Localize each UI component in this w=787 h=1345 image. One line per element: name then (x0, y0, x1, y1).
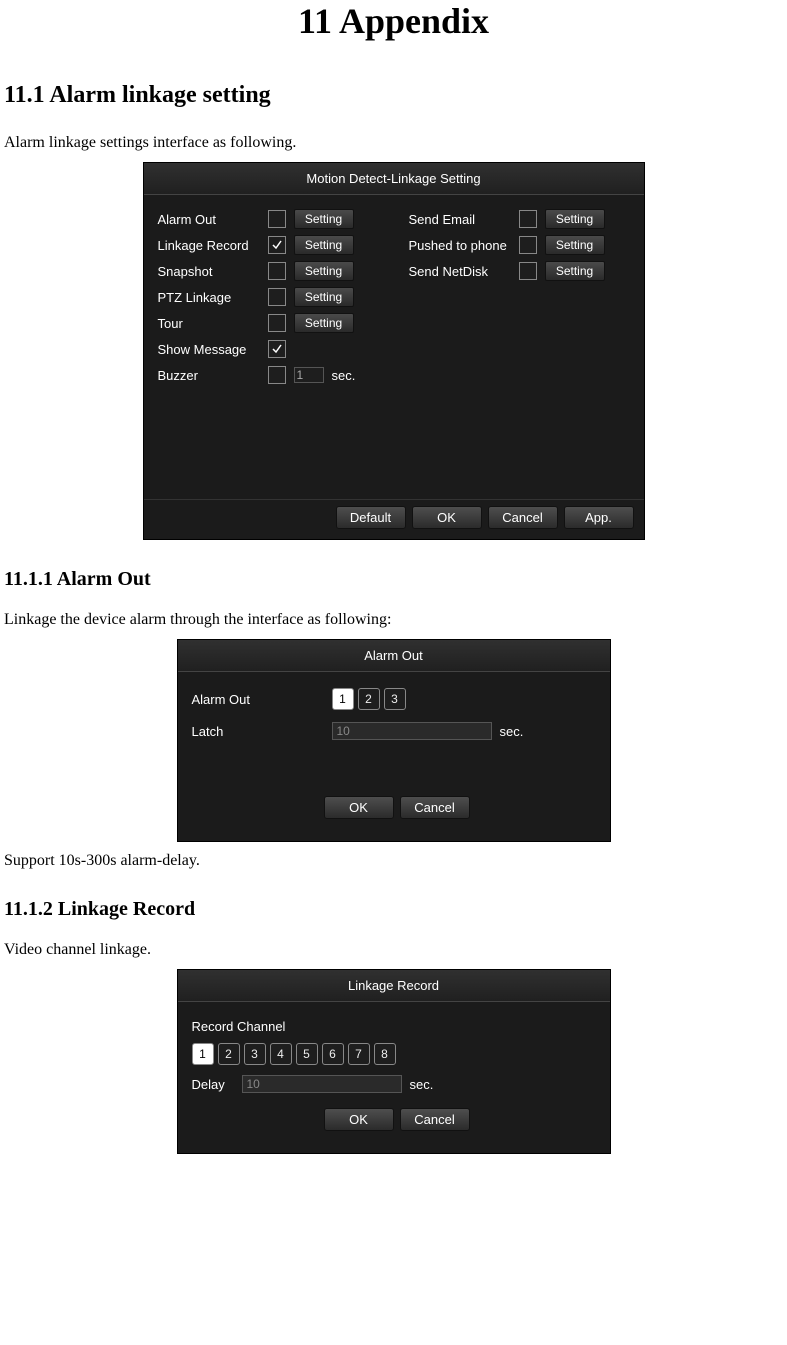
alarm-out-dialog: Alarm Out Alarm Out 1 2 3 Latch 10 sec. … (177, 639, 611, 842)
tour-checkbox[interactable] (268, 314, 286, 332)
send-email-checkbox[interactable] (519, 210, 537, 228)
dialog-title: Motion Detect-Linkage Setting (144, 163, 644, 195)
pushed-phone-setting-button[interactable]: Setting (545, 235, 605, 255)
ok-button[interactable]: OK (412, 506, 482, 529)
dialog-body: Alarm Out Setting Linkage Record Setting… (144, 195, 644, 499)
send-email-label: Send Email (409, 212, 519, 227)
dialog-title: Linkage Record (178, 970, 610, 1002)
channel-4-button[interactable]: 4 (270, 1043, 292, 1065)
dialog-title: Alarm Out (178, 640, 610, 672)
channel-1-button[interactable]: 1 (332, 688, 354, 710)
delay-unit: sec. (410, 1077, 434, 1092)
channel-5-button[interactable]: 5 (296, 1043, 318, 1065)
dialog-footer: Default OK Cancel App. (144, 499, 644, 539)
channel-selector: 1 2 3 (332, 688, 406, 710)
default-button[interactable]: Default (336, 506, 406, 529)
pushed-phone-label: Pushed to phone (409, 238, 519, 253)
show-message-checkbox[interactable] (268, 340, 286, 358)
ptz-linkage-checkbox[interactable] (268, 288, 286, 306)
ptz-linkage-label: PTZ Linkage (158, 290, 268, 305)
cancel-button[interactable]: Cancel (400, 796, 470, 819)
show-message-label: Show Message (158, 342, 268, 357)
app-button[interactable]: App. (564, 506, 634, 529)
linkage-record-label: Linkage Record (158, 238, 268, 253)
section-11-1-1-desc: Linkage the device alarm through the int… (4, 611, 787, 629)
check-icon (271, 239, 283, 251)
section-11-1-desc: Alarm linkage settings interface as foll… (4, 134, 787, 152)
latch-unit: sec. (500, 724, 524, 739)
channel-3-button[interactable]: 3 (384, 688, 406, 710)
send-netdisk-setting-button[interactable]: Setting (545, 261, 605, 281)
dialog-footer: OK Cancel (192, 1100, 596, 1143)
latch-input[interactable]: 10 (332, 722, 492, 740)
section-11-1-1-note: Support 10s-300s alarm-delay. (4, 852, 787, 870)
section-11-1-2-heading: 11.1.2 Linkage Record (4, 898, 787, 921)
channel-selector: 1 2 3 4 5 6 7 8 (192, 1043, 396, 1065)
send-netdisk-label: Send NetDisk (409, 264, 519, 279)
linkage-record-dialog: Linkage Record Record Channel 1 2 3 4 5 … (177, 969, 611, 1154)
delay-input[interactable]: 10 (242, 1075, 402, 1093)
linkage-record-checkbox[interactable] (268, 236, 286, 254)
buzzer-unit: sec. (332, 368, 356, 383)
record-channel-label: Record Channel (192, 1019, 286, 1034)
buzzer-checkbox[interactable] (268, 366, 286, 384)
send-email-setting-button[interactable]: Setting (545, 209, 605, 229)
channel-3-button[interactable]: 3 (244, 1043, 266, 1065)
latch-label: Latch (192, 724, 332, 739)
section-11-1-2-desc: Video channel linkage. (4, 941, 787, 959)
alarm-out-label: Alarm Out (158, 212, 268, 227)
ok-button[interactable]: OK (324, 796, 394, 819)
cancel-button[interactable]: Cancel (488, 506, 558, 529)
section-11-1-heading: 11.1 Alarm linkage setting (4, 82, 787, 109)
buzzer-seconds-input[interactable]: 1 (294, 367, 324, 383)
linkage-record-setting-button[interactable]: Setting (294, 235, 354, 255)
dialog-body: Alarm Out 1 2 3 Latch 10 sec. OK Cancel (178, 672, 610, 841)
ptz-linkage-setting-button[interactable]: Setting (294, 287, 354, 307)
delay-label: Delay (192, 1077, 242, 1092)
tour-setting-button[interactable]: Setting (294, 313, 354, 333)
channel-2-button[interactable]: 2 (358, 688, 380, 710)
channel-6-button[interactable]: 6 (322, 1043, 344, 1065)
channel-2-button[interactable]: 2 (218, 1043, 240, 1065)
motion-detect-dialog: Motion Detect-Linkage Setting Alarm Out … (143, 162, 645, 540)
alarm-out-label: Alarm Out (192, 692, 332, 707)
tour-label: Tour (158, 316, 268, 331)
send-netdisk-checkbox[interactable] (519, 262, 537, 280)
buzzer-label: Buzzer (158, 368, 268, 383)
channel-7-button[interactable]: 7 (348, 1043, 370, 1065)
dialog-footer: OK Cancel (192, 788, 596, 831)
snapshot-checkbox[interactable] (268, 262, 286, 280)
alarm-out-checkbox[interactable] (268, 210, 286, 228)
check-icon (271, 343, 283, 355)
page-content: 11 Appendix 11.1 Alarm linkage setting A… (0, 0, 787, 1184)
chapter-title: 11 Appendix (0, 0, 787, 42)
ok-button[interactable]: OK (324, 1108, 394, 1131)
alarm-out-setting-button[interactable]: Setting (294, 209, 354, 229)
channel-8-button[interactable]: 8 (374, 1043, 396, 1065)
cancel-button[interactable]: Cancel (400, 1108, 470, 1131)
channel-1-button[interactable]: 1 (192, 1043, 214, 1065)
section-11-1-1-heading: 11.1.1 Alarm Out (4, 568, 787, 591)
snapshot-setting-button[interactable]: Setting (294, 261, 354, 281)
pushed-phone-checkbox[interactable] (519, 236, 537, 254)
snapshot-label: Snapshot (158, 264, 268, 279)
dialog-body: Record Channel 1 2 3 4 5 6 7 8 Delay 10 … (178, 1002, 610, 1153)
